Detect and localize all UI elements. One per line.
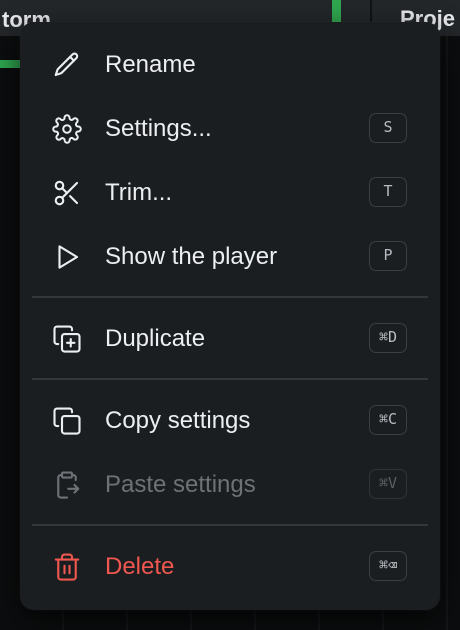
menu-item-delete[interactable]: Delete ⌘⌫ — [20, 538, 440, 596]
menu-item-duplicate[interactable]: Duplicate ⌘D — [20, 310, 440, 368]
menu-item-label: Duplicate — [105, 325, 206, 352]
shortcut-badge: ⌘D — [369, 323, 407, 353]
menu-item-label: Delete — [105, 553, 175, 580]
context-menu: Rename Settings... S Trim... T Show the … — [20, 22, 440, 610]
shortcut-badge: S — [369, 113, 407, 143]
menu-item-settings[interactable]: Settings... S — [20, 100, 440, 158]
shortcut-badge: ⌘⌫ — [369, 551, 407, 581]
scissors-icon — [52, 178, 82, 208]
menu-item-label: Copy settings — [105, 407, 251, 434]
shortcut-badge: T — [369, 177, 407, 207]
menu-item-label: Rename — [105, 51, 196, 78]
menu-item-label: Settings... — [105, 115, 212, 142]
menu-separator — [32, 378, 428, 380]
green-indicator-bar — [0, 60, 22, 68]
clipboard-paste-icon — [52, 470, 82, 500]
shortcut-badge: ⌘V — [369, 469, 407, 499]
gear-icon — [52, 114, 82, 144]
menu-separator — [32, 524, 428, 526]
menu-item-copy-settings[interactable]: Copy settings ⌘C — [20, 392, 440, 450]
menu-item-label: Trim... — [105, 179, 173, 206]
pencil-icon — [52, 50, 82, 80]
menu-item-trim[interactable]: Trim... T — [20, 164, 440, 222]
play-icon — [52, 242, 82, 272]
menu-item-paste-settings: Paste settings ⌘V — [20, 456, 440, 514]
green-indicator-vertical — [332, 0, 341, 22]
duplicate-icon — [52, 324, 82, 354]
trash-icon — [52, 552, 82, 582]
shortcut-badge: P — [369, 241, 407, 271]
menu-separator — [32, 296, 428, 298]
menu-item-label: Show the player — [105, 243, 278, 270]
copy-icon — [52, 406, 82, 436]
menu-item-show-player[interactable]: Show the player P — [20, 228, 440, 286]
menu-item-rename[interactable]: Rename — [20, 36, 440, 94]
menu-item-label: Paste settings — [105, 471, 256, 498]
shortcut-badge: ⌘C — [369, 405, 407, 435]
